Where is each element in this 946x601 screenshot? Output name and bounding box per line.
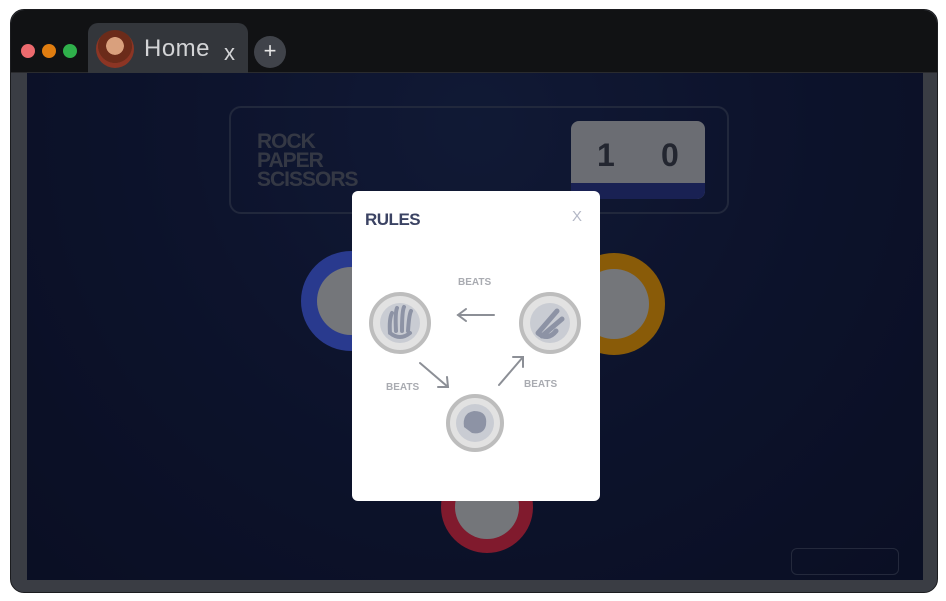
arrow-scissors-to-paper-icon	[456, 308, 495, 322]
arrow-rock-to-scissors-icon	[498, 356, 524, 386]
rock-rule-icon	[446, 394, 504, 452]
minimize-window-button[interactable]	[42, 44, 56, 58]
beats-label: BEATS	[458, 277, 492, 288]
modal-close-button[interactable]: X	[572, 208, 582, 225]
rules-modal: RULES X BEATS BEATS BEATS	[352, 191, 600, 501]
beats-label: BEATS	[386, 382, 420, 393]
beats-label: BEATS	[524, 379, 558, 390]
rules-diagram-svg	[369, 292, 581, 452]
scissors-rule-icon	[519, 292, 581, 354]
browser-tab-home[interactable]: Home x	[88, 23, 248, 73]
modal-title: RULES	[365, 210, 421, 229]
rules-diagram: BEATS BEATS BEATS	[352, 261, 600, 461]
new-tab-button[interactable]: +	[254, 36, 286, 68]
tab-close-button[interactable]: x	[224, 40, 235, 66]
close-window-button[interactable]	[21, 44, 35, 58]
paper-rule-icon	[369, 292, 431, 354]
tab-title: Home	[144, 35, 211, 62]
browser-titlebar: Home x +	[11, 10, 937, 73]
tab-avatar-icon	[96, 30, 134, 68]
maximize-window-button[interactable]	[63, 44, 77, 58]
arrow-paper-to-rock-icon	[419, 362, 450, 388]
